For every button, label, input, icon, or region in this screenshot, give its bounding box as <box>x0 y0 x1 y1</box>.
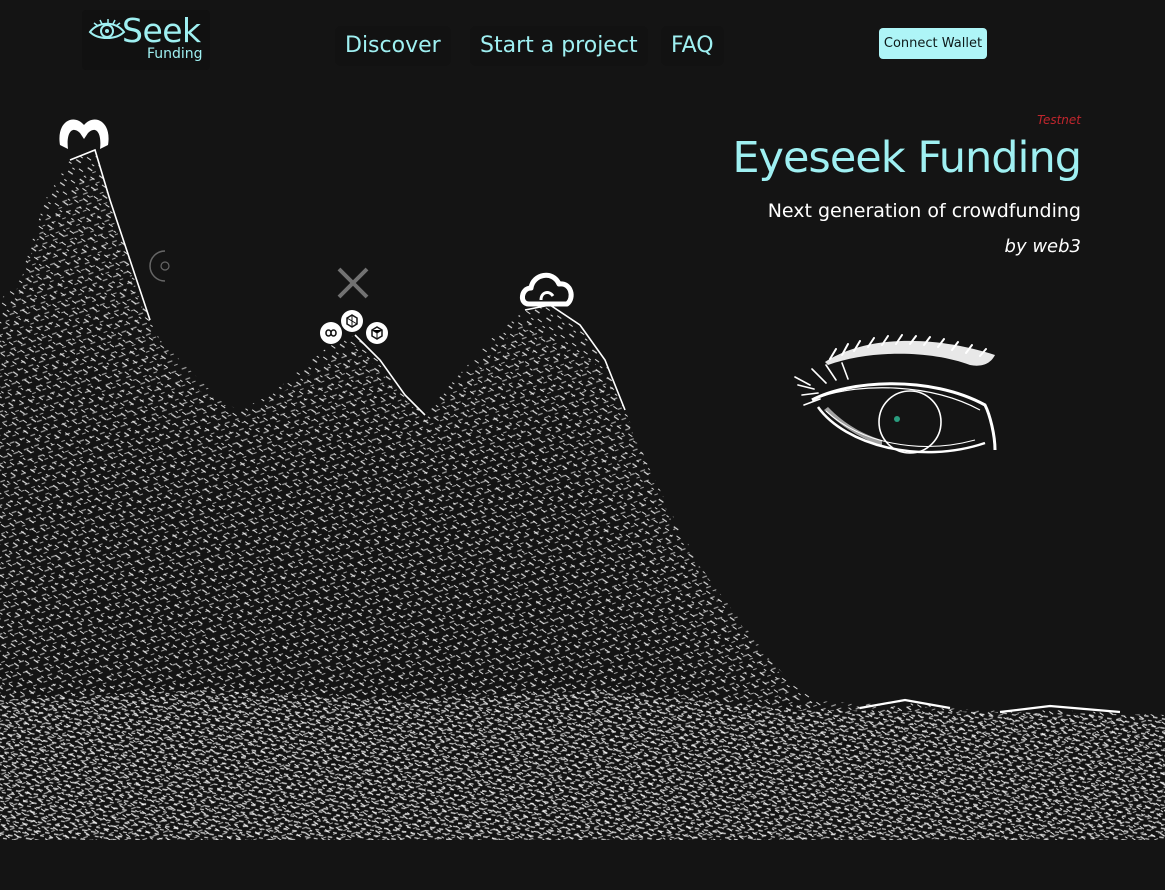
site-logo[interactable]: Seek Funding <box>82 10 210 70</box>
hero-subtitle: Next generation of crowdfunding <box>767 200 1081 222</box>
foothills-texture <box>0 690 1165 840</box>
eye-illustration <box>794 334 997 454</box>
partial-circle-icon <box>149 250 170 282</box>
cloud-icon <box>520 272 574 307</box>
logo-subtext: Funding <box>147 46 203 62</box>
pupil-dot <box>894 416 900 422</box>
nav-faq[interactable]: FAQ <box>661 26 724 66</box>
nav-discover[interactable]: Discover <box>335 26 451 66</box>
hero-byline: by web3 <box>1004 236 1081 257</box>
eye-logo-icon <box>88 19 126 39</box>
network-badge: Testnet <box>1037 113 1081 127</box>
moonbeam-icon <box>59 119 109 149</box>
bnb-icon <box>341 310 363 332</box>
polygon-icon <box>320 322 342 344</box>
landing-page: Seek Funding Discover Start a project FA… <box>0 0 1165 890</box>
hero-title: Eyeseek Funding <box>732 133 1082 183</box>
connect-wallet-button[interactable]: Connect Wallet <box>879 28 987 59</box>
blocked-chain-icon <box>337 267 369 299</box>
cube-icon <box>366 322 388 344</box>
nav-start-project[interactable]: Start a project <box>470 26 648 66</box>
logo-word: Seek <box>122 11 201 50</box>
